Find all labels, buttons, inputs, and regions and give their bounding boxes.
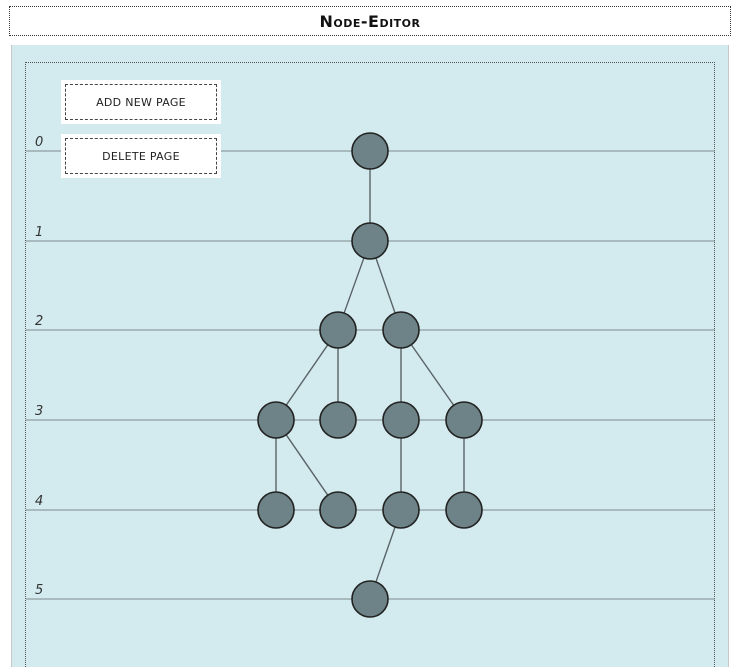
graph-node-n2a[interactable] — [319, 311, 357, 349]
graph-node-n3b[interactable] — [319, 401, 357, 439]
edge-n2b-n3d — [410, 344, 455, 406]
edge-n1-n2a — [343, 257, 365, 314]
edge-n2a-n3a — [285, 344, 329, 406]
graph-node-n1[interactable] — [351, 222, 389, 260]
edge-n4c-n5a — [375, 526, 396, 583]
graph-node-n5a[interactable] — [351, 580, 389, 618]
delete-page-button[interactable]: DELETE PAGE — [65, 138, 217, 174]
level-label-2: 2 — [35, 314, 43, 329]
add-new-page-button[interactable]: ADD NEW PAGE — [65, 84, 217, 120]
delete-page-button-wrap: DELETE PAGE — [61, 134, 221, 178]
graph-node-n2b[interactable] — [382, 311, 420, 349]
edge-n3a-n4b — [285, 434, 329, 496]
graph-node-n3d[interactable] — [445, 401, 483, 439]
level-label-1: 1 — [35, 225, 43, 240]
graph-node-n0[interactable] — [351, 132, 389, 170]
graph-node-n4c[interactable] — [382, 491, 420, 529]
level-label-0: 0 — [35, 135, 43, 150]
graph-node-n4a[interactable] — [257, 491, 295, 529]
level-label-4: 4 — [35, 494, 43, 509]
edge-n1-n2b — [375, 257, 396, 314]
add-page-button-wrap: ADD NEW PAGE — [61, 80, 221, 124]
level-label-3: 3 — [35, 404, 43, 419]
graph-node-n3a[interactable] — [257, 401, 295, 439]
graph-node-n4b[interactable] — [319, 491, 357, 529]
graph-node-n3c[interactable] — [382, 401, 420, 439]
level-label-5: 5 — [35, 583, 43, 598]
graph-node-n4d[interactable] — [445, 491, 483, 529]
